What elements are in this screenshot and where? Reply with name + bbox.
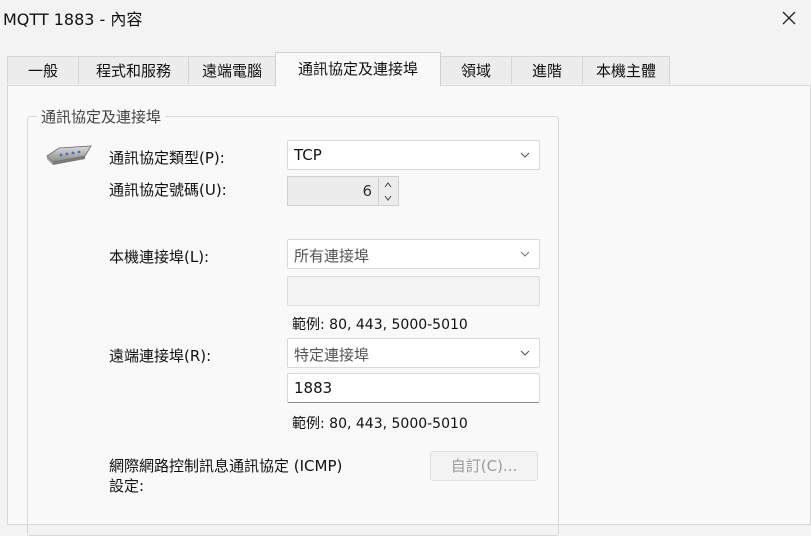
window-title: MQTT 1883 - 內容 (3, 10, 143, 29)
network-protocol-icon (46, 145, 92, 165)
tab-advanced[interactable]: 進階 (511, 56, 583, 84)
spin-buttons (378, 178, 396, 204)
tab-scope[interactable]: 領域 (440, 56, 512, 84)
local-port-hint: 範例: 80, 443, 5000-5010 (292, 317, 468, 333)
remote-port-input[interactable]: 1883 (287, 373, 540, 403)
protocol-type-select[interactable]: TCP (287, 140, 540, 170)
local-port-select[interactable]: 所有連接埠 (287, 239, 540, 269)
icmp-label-line1: 網際網路控制訊息通訊協定 (ICMP) (109, 457, 343, 475)
chevron-down-icon (520, 350, 530, 356)
local-port-value: 所有連接埠 (294, 247, 370, 265)
chevron-down-icon (520, 152, 530, 158)
remote-port-label: 遠端連接埠(R): (109, 347, 212, 365)
tab-strip: 一般 程式和服務 遠端電腦 通訊協定及連接埠 領域 進階 本機主體 (0, 52, 811, 86)
icmp-label-line2: 設定: (109, 477, 145, 495)
tab-remote-computers[interactable]: 遠端電腦 (188, 56, 276, 84)
remote-port-value: 特定連接埠 (294, 346, 370, 364)
remote-port-hint: 範例: 80, 443, 5000-5010 (292, 416, 468, 432)
protocol-type-value: TCP (294, 146, 322, 164)
close-button[interactable] (767, 0, 811, 36)
tab-general[interactable]: 一般 (7, 56, 79, 84)
spin-down-button[interactable] (379, 191, 396, 204)
title-bar: MQTT 1883 - 內容 (0, 0, 811, 40)
remote-port-input-value: 1883 (294, 379, 333, 397)
tab-programs-services[interactable]: 程式和服務 (78, 56, 189, 84)
spin-up-button[interactable] (379, 178, 396, 191)
tab-protocols-ports[interactable]: 通訊協定及連接埠 (275, 52, 441, 86)
spin-down-icon (384, 195, 391, 201)
protocol-number-label: 通訊協定號碼(U): (109, 181, 227, 199)
protocol-number-spinner[interactable]: 6 (287, 176, 399, 206)
group-title: 通訊協定及連接埠 (37, 106, 166, 127)
spin-up-icon (384, 181, 391, 187)
local-port-input[interactable] (287, 276, 540, 306)
chevron-down-icon (520, 251, 530, 257)
local-port-label: 本機連接埠(L): (109, 248, 210, 266)
protocol-type-label: 通訊協定類型(P): (109, 149, 225, 167)
tab-local-principals[interactable]: 本機主體 (582, 56, 670, 84)
protocol-number-value: 6 (362, 182, 372, 200)
close-icon (782, 11, 796, 25)
remote-port-select[interactable]: 特定連接埠 (287, 338, 540, 368)
icmp-customize-button[interactable]: 自訂(C)... (430, 451, 538, 481)
